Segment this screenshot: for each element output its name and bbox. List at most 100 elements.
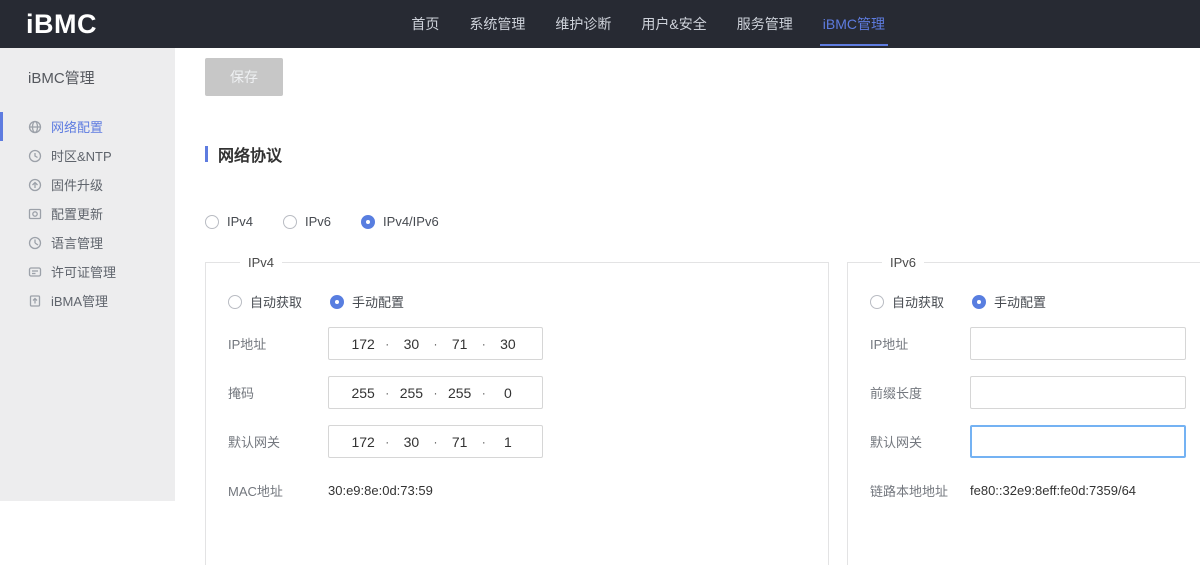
radio-label: 手动配置 xyxy=(994,292,1046,311)
radio-circle-icon[interactable] xyxy=(330,295,344,309)
radio-circle-icon[interactable] xyxy=(205,215,219,229)
sidebar-item-label: 固件升级 xyxy=(51,175,103,194)
sidebar-item-timezone-ntp[interactable]: 时区&NTP xyxy=(0,141,175,170)
radio-circle-icon[interactable] xyxy=(361,215,375,229)
sidebar-item-license-management[interactable]: 许可证管理 xyxy=(0,257,175,286)
config-update-icon xyxy=(28,207,42,221)
ipv6-panel-legend: IPv6 xyxy=(882,255,924,270)
ipv4-radio-auto[interactable]: 自动获取 xyxy=(228,292,302,311)
mask-octet-2-input[interactable] xyxy=(389,385,433,401)
ip-octet-4-input[interactable] xyxy=(486,336,530,352)
page-title: 网络协议 xyxy=(218,142,282,166)
sidebar-title: iBMC管理 xyxy=(0,48,175,88)
sidebar-item-ibma-management[interactable]: iBMA管理 xyxy=(0,286,175,315)
radio-label: IPv4/IPv6 xyxy=(383,214,439,229)
ipv6-gateway-row: 默认网关 xyxy=(870,425,1200,458)
field-label: 掩码 xyxy=(228,383,328,402)
radio-label: 手动配置 xyxy=(352,292,404,311)
field-label: MAC地址 xyxy=(228,481,328,500)
language-icon xyxy=(28,236,42,250)
active-indicator-bar xyxy=(0,112,3,141)
ibma-icon xyxy=(28,294,42,308)
ipv6-default-gateway-input[interactable] xyxy=(970,425,1186,458)
ip-octet-3-input[interactable] xyxy=(438,336,482,352)
ipv4-mac-row: MAC地址 30:e9:8e:0d:73:59 xyxy=(228,474,828,507)
radio-label: IPv4 xyxy=(227,214,253,229)
ibmc-logo: iBMC xyxy=(26,9,97,40)
ipv4-ip-row: IP地址 · · · xyxy=(228,327,828,360)
gateway-octet-1-input[interactable] xyxy=(341,434,385,450)
radio-label: 自动获取 xyxy=(250,292,302,311)
radio-ipv6[interactable]: IPv6 xyxy=(283,214,331,229)
ipv4-mode-radio-group: 自动获取 手动配置 xyxy=(228,292,828,311)
ipv4-ip-address-input[interactable]: · · · xyxy=(328,327,543,360)
field-label: 前缀长度 xyxy=(870,383,970,402)
ipv4-mask-row: 掩码 · · · xyxy=(228,376,828,409)
license-icon xyxy=(28,265,42,279)
field-label: 默认网关 xyxy=(228,432,328,451)
sidebar-item-label: 配置更新 xyxy=(51,204,103,223)
radio-ipv4-ipv6[interactable]: IPv4/IPv6 xyxy=(361,214,439,229)
top-nav: 首页 系统管理 维护诊断 用户&安全 服务管理 iBMC管理 xyxy=(396,0,900,48)
sidebar-menu: 网络配置 时区&NTP 固件升级 配置更新 语言管理 xyxy=(0,112,175,315)
nav-service-management[interactable]: 服务管理 xyxy=(722,0,808,48)
sidebar: iBMC管理 网络配置 时区&NTP 固件升级 配置更新 xyxy=(0,48,175,501)
nav-ibmc-management[interactable]: iBMC管理 xyxy=(808,0,900,48)
top-bar: iBMC 首页 系统管理 维护诊断 用户&安全 服务管理 iBMC管理 xyxy=(0,0,1200,48)
mask-octet-1-input[interactable] xyxy=(341,385,385,401)
ipv4-default-gateway-input[interactable]: · · · xyxy=(328,425,543,458)
radio-ipv4[interactable]: IPv4 xyxy=(205,214,253,229)
ipv6-mode-radio-group: 自动获取 手动配置 xyxy=(870,292,1200,311)
sidebar-item-network-config[interactable]: 网络配置 xyxy=(0,112,175,141)
ipv6-prefix-row: 前缀长度 xyxy=(870,376,1200,409)
ipv6-ip-address-input[interactable] xyxy=(970,327,1186,360)
gateway-octet-3-input[interactable] xyxy=(438,434,482,450)
ip-octet-1-input[interactable] xyxy=(341,336,385,352)
mask-octet-4-input[interactable] xyxy=(486,385,530,401)
gateway-octet-4-input[interactable] xyxy=(486,434,530,450)
save-button[interactable]: 保存 xyxy=(205,58,283,96)
section-header: 网络协议 xyxy=(205,142,1200,166)
sidebar-item-label: 许可证管理 xyxy=(51,262,116,281)
ipv6-prefix-length-input[interactable] xyxy=(970,376,1186,409)
field-label: IP地址 xyxy=(870,334,970,353)
sidebar-item-label: iBMA管理 xyxy=(51,291,108,310)
radio-circle-icon[interactable] xyxy=(228,295,242,309)
ipv4-panel: IPv4 自动获取 手动配置 IP地址 · · xyxy=(205,255,829,565)
sidebar-item-language-management[interactable]: 语言管理 xyxy=(0,228,175,257)
globe-icon xyxy=(28,120,42,134)
radio-label: IPv6 xyxy=(305,214,331,229)
sidebar-item-label: 网络配置 xyxy=(51,117,103,136)
radio-circle-icon[interactable] xyxy=(972,295,986,309)
mask-octet-3-input[interactable] xyxy=(438,385,482,401)
ip-octet-2-input[interactable] xyxy=(389,336,433,352)
sidebar-item-firmware-upgrade[interactable]: 固件升级 xyxy=(0,170,175,199)
ipv4-subnet-mask-input[interactable]: · · · xyxy=(328,376,543,409)
ipv4-panel-legend: IPv4 xyxy=(240,255,282,270)
firmware-upgrade-icon xyxy=(28,178,42,192)
radio-label: 自动获取 xyxy=(892,292,944,311)
nav-system-management[interactable]: 系统管理 xyxy=(454,0,540,48)
main-content: 保存 网络协议 IPv4 IPv6 IPv4/IPv6 IPv4 自动获取 xyxy=(175,48,1200,501)
ipv6-radio-auto[interactable]: 自动获取 xyxy=(870,292,944,311)
ipv6-link-local-row: 链路本地地址 fe80::32e9:8eff:fe0d:7359/64 xyxy=(870,474,1200,507)
gateway-octet-2-input[interactable] xyxy=(389,434,433,450)
radio-circle-icon[interactable] xyxy=(283,215,297,229)
section-accent-bar xyxy=(205,146,208,162)
nav-user-security[interactable]: 用户&安全 xyxy=(626,0,721,48)
nav-home[interactable]: 首页 xyxy=(396,0,454,48)
field-label: 默认网关 xyxy=(870,432,970,451)
sidebar-item-config-update[interactable]: 配置更新 xyxy=(0,199,175,228)
radio-circle-icon[interactable] xyxy=(870,295,884,309)
ipv6-radio-manual[interactable]: 手动配置 xyxy=(972,292,1046,311)
sidebar-item-label: 时区&NTP xyxy=(51,146,112,165)
timezone-icon xyxy=(28,149,42,163)
ipv6-panel: IPv6 自动获取 手动配置 IP地址 前缀长度 默认 xyxy=(847,255,1200,565)
protocol-radio-group: IPv4 IPv6 IPv4/IPv6 xyxy=(205,214,1200,229)
sidebar-item-label: 语言管理 xyxy=(51,233,103,252)
ipv4-gateway-row: 默认网关 · · · xyxy=(228,425,828,458)
field-label: IP地址 xyxy=(228,334,328,353)
field-label: 链路本地地址 xyxy=(870,481,970,500)
ipv4-radio-manual[interactable]: 手动配置 xyxy=(330,292,404,311)
nav-maintenance-diagnostics[interactable]: 维护诊断 xyxy=(540,0,626,48)
